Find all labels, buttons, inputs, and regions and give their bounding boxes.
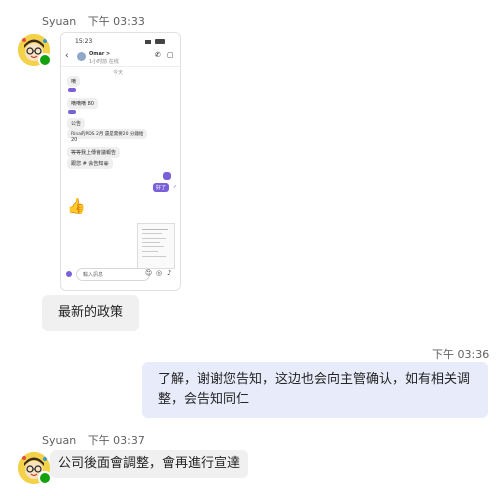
- phone-contact-avatar: [77, 52, 86, 61]
- message-1-meta: Syuan 下午 03:33: [42, 13, 145, 29]
- message-text: 最新的政策: [58, 305, 124, 320]
- phone-my-reply: 好了: [153, 183, 170, 192]
- phone-contact-status: 1小时前 在线: [89, 59, 119, 65]
- sender-name: Syuan: [42, 15, 77, 28]
- phone-status-time: 15:23: [75, 38, 93, 45]
- message-bubble-self[interactable]: 了解，谢谢您告知，这边也会向主管确认，如有相关调整，会告知同仁: [142, 362, 488, 418]
- phone-contact-name: Omar >: [89, 51, 111, 57]
- avatar[interactable]: [18, 452, 52, 485]
- message-time: 下午 03:36: [432, 348, 490, 361]
- phone-message-line: 嘀嘀嘀 80: [67, 98, 98, 109]
- phone-date-tag: 嘀: [67, 76, 81, 87]
- phone-document-preview: [137, 223, 175, 269]
- phone-emoji-icon: ☺: [145, 269, 153, 277]
- shared-screenshot-image[interactable]: 15:23 ‹ Omar > 1小时前 在线 ✆ ▢ 今天 嘀 嘀嘀嘀 80 公…: [60, 32, 181, 291]
- phone-call-icon: ✆: [155, 51, 161, 59]
- avatar[interactable]: [18, 34, 52, 67]
- phone-message-line: 等等我上傳會議報告: [67, 147, 121, 158]
- phone-message-line: Rina的PDS 2月 還是需要20 分鐘給: [67, 129, 148, 139]
- message-bubble[interactable]: 公司後面會調整，會再進行宣達: [50, 450, 249, 478]
- phone-add-icon: [66, 271, 72, 277]
- phone-back-icon: ‹: [65, 51, 69, 61]
- phone-attach-icon: ◎: [156, 269, 163, 277]
- message-text: 了解，谢谢您告知，这边也会向主管确认，如有相关调整，会告知同仁: [158, 372, 471, 407]
- phone-sticker: [68, 88, 76, 92]
- message-time: 下午 03:33: [87, 15, 145, 28]
- presence-available-icon: [38, 53, 52, 67]
- phone-input-field: 輸入訊息: [76, 268, 150, 281]
- message-bubble[interactable]: 最新的政策: [42, 295, 140, 331]
- phone-sticker: [68, 110, 76, 114]
- phone-thumbs-up-icon: 👍: [67, 197, 86, 215]
- phone-divider: [61, 66, 180, 67]
- sender-name: Syuan: [42, 434, 77, 447]
- message-text: 公司後面會調整，會再進行宣達: [58, 456, 241, 471]
- phone-read-icon: ✓: [173, 184, 178, 190]
- phone-video-icon: ▢: [167, 51, 174, 59]
- phone-day-label: 今天: [113, 70, 124, 76]
- phone-message-line: 20: [71, 137, 78, 143]
- phone-signal-icon: [145, 39, 167, 44]
- phone-message-line: 跟您 # 会告知😀: [67, 158, 113, 169]
- message-time: 下午 03:37: [87, 434, 145, 447]
- message-3-meta: Syuan 下午 03:37: [42, 432, 145, 448]
- phone-message-line: 公告: [67, 118, 86, 129]
- phone-sticker: [163, 172, 171, 180]
- phone-mic-icon: ♪: [167, 269, 172, 277]
